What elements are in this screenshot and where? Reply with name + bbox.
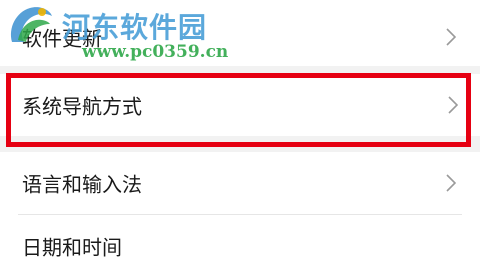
settings-item-date-time[interactable]: 日期和时间: [0, 215, 480, 277]
settings-group-bottom: 语言和输入法 日期和时间: [0, 152, 480, 278]
watermark-logo-icon: [6, 2, 54, 46]
chevron-right-icon: [446, 28, 456, 46]
highlight-box: [6, 73, 471, 147]
watermark-title: 河东软件园: [62, 11, 208, 44]
settings-item-label: 语言和输入法: [22, 172, 142, 197]
settings-item-label: 日期和时间: [22, 235, 122, 260]
settings-item-language-input[interactable]: 语言和输入法: [0, 152, 480, 214]
watermark-url: www.pc0359.cn: [82, 42, 229, 62]
chevron-right-icon: [446, 174, 456, 192]
